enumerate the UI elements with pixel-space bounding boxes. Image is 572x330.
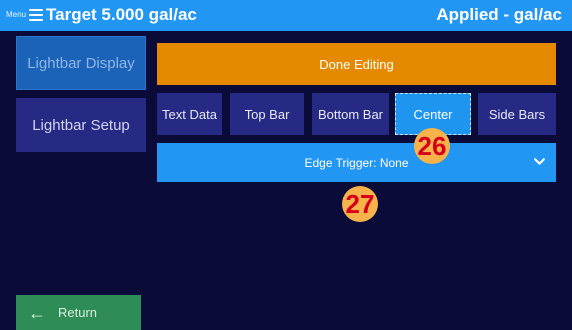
target-rate: Target 5.000 gal/ac	[46, 5, 197, 24]
applied-rate: Applied - gal/ac	[436, 5, 562, 24]
sidebar-item-lightbar-display[interactable]: Lightbar Display	[16, 36, 146, 90]
done-editing-button[interactable]: Done Editing	[157, 43, 556, 85]
tab-label: Text Data	[162, 106, 217, 122]
sidebar-item-label: Lightbar Setup	[32, 116, 130, 134]
tab-label: Bottom Bar	[317, 106, 384, 122]
tab-label: Side Bars	[488, 106, 546, 122]
annotation-badge: 26	[414, 128, 450, 164]
header-bar: Menu Target 5.000 gal/ac Applied - gal/a…	[0, 0, 572, 31]
tab-text-data[interactable]: Text Data	[157, 93, 222, 135]
annotation-badge: 27	[342, 186, 378, 222]
menu-button[interactable]: Menu	[6, 6, 44, 24]
menu-label: Menu	[6, 10, 27, 19]
hamburger-icon	[29, 9, 44, 21]
chevron-down-icon	[534, 158, 545, 165]
tab-label: Top Bar	[244, 106, 290, 122]
app-window: Menu Target 5.000 gal/ac Applied - gal/a…	[0, 0, 572, 330]
done-editing-label: Done Editing	[319, 56, 394, 72]
return-label: Return	[58, 305, 98, 320]
tab-bottom-bar[interactable]: Bottom Bar	[312, 93, 389, 135]
edge-trigger-value: Edge Trigger: None	[304, 155, 409, 170]
tab-side-bars[interactable]: Side Bars	[478, 93, 556, 135]
sidebar-item-lightbar-setup[interactable]: Lightbar Setup	[16, 98, 146, 152]
return-button[interactable]: ← Return	[16, 295, 141, 330]
edge-trigger-dropdown[interactable]: Edge Trigger: None	[157, 143, 556, 182]
sidebar-item-label: Lightbar Display	[27, 54, 135, 72]
tab-label: Center	[413, 106, 453, 122]
tab-top-bar[interactable]: Top Bar	[230, 93, 304, 135]
arrow-left-icon: ←	[28, 302, 46, 323]
